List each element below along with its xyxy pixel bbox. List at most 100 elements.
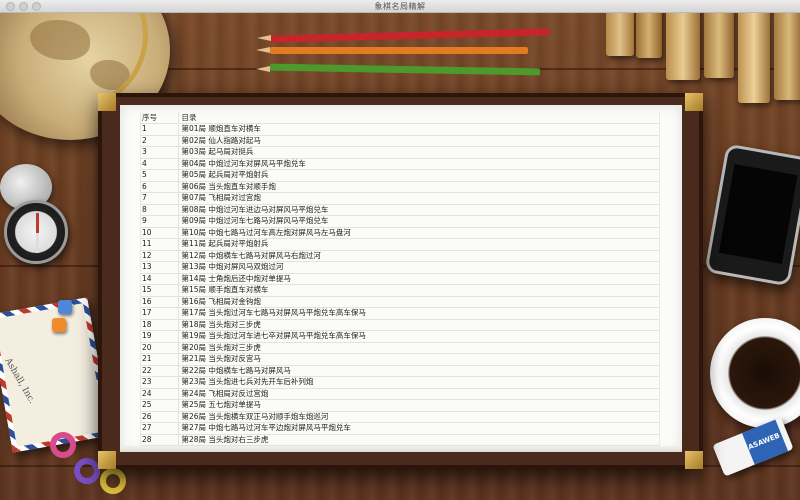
window-titlebar: 象棋名局精解: [0, 0, 800, 13]
book-corner-top-left: [98, 93, 116, 111]
game-title-cell: 第28局 当头炮对右三步虎: [178, 434, 660, 446]
game-number-cell: 20: [140, 342, 179, 354]
table-row[interactable]: 27 第27局 中炮七路马过河车平边炮对屏风马平炮兑车: [140, 422, 660, 435]
game-number-cell: 13: [140, 261, 179, 274]
table-row[interactable]: 7 第07局 飞相局对过宫炮: [140, 192, 660, 205]
table-row[interactable]: 3 第03局 起马局对挺兵: [140, 146, 660, 159]
game-number-cell: 9: [140, 215, 179, 228]
binder-clip-yellow: [100, 468, 126, 494]
pencil-green-tip: [256, 66, 270, 72]
table-row[interactable]: 18 第18局 当头炮对三步虎: [140, 319, 660, 331]
table-row[interactable]: 25 第25局 五七炮对单提马: [140, 399, 660, 412]
game-number-cell: 26: [140, 411, 179, 423]
table-row[interactable]: 2 第02局 仙人指路对起马: [140, 135, 660, 147]
game-number-cell: 27: [140, 422, 179, 435]
game-title-cell: 第20局 当头炮对三步虎: [178, 342, 660, 354]
book-spine: [774, 0, 800, 100]
game-title-cell: 第23局 当头炮进七兵对先开车后补列炮: [178, 376, 660, 389]
game-title-cell: 第22局 中炮横车七路马对屏风马: [178, 365, 660, 377]
game-number-cell: 5: [140, 169, 179, 182]
table-row[interactable]: 12 第12局 中炮横车七路马对屏风马右炮过河: [140, 250, 660, 262]
pencil-red-tip: [257, 35, 271, 41]
column-header-title[interactable]: 目录: [178, 112, 660, 124]
phone-screen: [718, 164, 798, 264]
table-row[interactable]: 21 第21局 当头炮对反宫马: [140, 353, 660, 366]
game-number-cell: 28: [140, 434, 179, 446]
table-row[interactable]: 6 第06局 当头炮直车对顺手炮: [140, 181, 660, 193]
game-title-cell: 第13局 中炮对屏风马双炮过河: [178, 261, 660, 274]
game-title-cell: 第03局 起马局对挺兵: [178, 146, 660, 159]
game-title-cell: 第11局 起兵局对平炮射兵: [178, 238, 660, 251]
table-row[interactable]: 13 第13局 中炮对屏风马双炮过河: [140, 261, 660, 274]
book-spine: [738, 0, 770, 103]
game-number-cell: 1: [140, 123, 179, 136]
game-number-cell: 10: [140, 227, 179, 239]
compass-decoration: [4, 200, 68, 264]
book-page: 序号 目录 1 第01局 顺炮直车对横车 2 第02局 仙人指路对起马 3 第03局 起马…: [120, 105, 682, 452]
table-row[interactable]: 26 第26局 当头炮横车双正马对顺手炮车炮巡河: [140, 411, 660, 423]
game-title-cell: 第12局 中炮横车七路马对屏风马右炮过河: [178, 250, 660, 262]
book-corner-bottom-left: [98, 451, 116, 469]
game-number-cell: 4: [140, 158, 179, 170]
game-number-cell: 8: [140, 204, 179, 216]
binder-clip-purple: [74, 458, 100, 484]
table-row[interactable]: 9 第09局 中炮过河车七路马对屏风马平炮兑车: [140, 215, 660, 228]
game-title-cell: 第14局 士角炮后还中炮对单提马: [178, 273, 660, 285]
game-title-cell: 第04局 中炮过河车对屏风马平炮兑车: [178, 158, 660, 170]
game-title-cell: 第25局 五七炮对单提马: [178, 399, 660, 412]
game-number-cell: 11: [140, 238, 179, 251]
table-row[interactable]: 20 第20局 当头炮对三步虎: [140, 342, 660, 354]
table-row[interactable]: 11 第11局 起兵局对平炮射兵: [140, 238, 660, 251]
game-number-cell: 18: [140, 319, 179, 331]
game-number-cell: 12: [140, 250, 179, 262]
game-title-cell: 第21局 当头炮对反宫马: [178, 353, 660, 366]
game-title-cell: 第26局 当头炮横车双正马对顺手炮车炮巡河: [178, 411, 660, 423]
game-title-cell: 第17局 当头炮过河车七路马对屏风马平炮兑车高车保马: [178, 307, 660, 320]
game-list-body: 1 第01局 顺炮直车对横车 2 第02局 仙人指路对起马 3 第03局 起马局对挺兵 4 第…: [140, 123, 660, 446]
table-row[interactable]: 24 第24局 飞相局对反过宫炮: [140, 388, 660, 400]
table-row[interactable]: 1 第01局 顺炮直车对横车: [140, 123, 660, 136]
envelope-handwriting: Ashall, Inc.: [2, 356, 37, 406]
table-row[interactable]: 17 第17局 当头炮过河车七路马对屏风马平炮兑车高车保马: [140, 307, 660, 320]
book-corner-bottom-right: [685, 451, 703, 469]
game-number-cell: 6: [140, 181, 179, 193]
game-number-cell: 24: [140, 388, 179, 400]
game-title-cell: 第02局 仙人指路对起马: [178, 135, 660, 147]
game-number-cell: 23: [140, 376, 179, 389]
table-row[interactable]: 23 第23局 当头炮进七兵对先开车后补列炮: [140, 376, 660, 389]
game-title-cell: 第24局 飞相局对反过宫炮: [178, 388, 660, 400]
game-number-cell: 7: [140, 192, 179, 205]
game-title-cell: 第19局 当头炮过河车进七卒对屏风马平炮兑车高车保马: [178, 330, 660, 343]
table-row[interactable]: 4 第04局 中炮过河车对屏风马平炮兑车: [140, 158, 660, 170]
compass-needle: [36, 213, 39, 253]
binder-clip-pink: [50, 432, 76, 458]
table-row[interactable]: 16 第16局 飞相局对金钩炮: [140, 296, 660, 308]
game-title-cell: 第01局 顺炮直车对横车: [178, 123, 660, 136]
game-number-cell: 15: [140, 284, 179, 297]
game-title-cell: 第10局 中炮七路马过河车高左炮对屏风马左马盘河: [178, 227, 660, 239]
table-row[interactable]: 22 第22局 中炮横车七路马对屏风马: [140, 365, 660, 377]
page-edge: [120, 446, 682, 452]
game-number-cell: 2: [140, 135, 179, 147]
table-row[interactable]: 8 第08局 中炮过河车进边马对屏风马平炮兑车: [140, 204, 660, 216]
game-title-cell: 第15局 顺手炮直车对横车: [178, 284, 660, 297]
table-row[interactable]: 15 第15局 顺手炮直车对横车: [140, 284, 660, 297]
game-title-cell: 第06局 当头炮直车对顺手炮: [178, 181, 660, 193]
dice-orange: [52, 318, 66, 332]
table-row[interactable]: 5 第05局 起兵局对平炮射兵: [140, 169, 660, 182]
table-row[interactable]: 10 第10局 中炮七路马过河车高左炮对屏风马左马盘河: [140, 227, 660, 239]
pencil-orange-tip: [256, 47, 270, 53]
table-row[interactable]: 14 第14局 士角炮后还中炮对单提马: [140, 273, 660, 285]
game-title-cell: 第05局 起兵局对平炮射兵: [178, 169, 660, 182]
table-row[interactable]: 19 第19局 当头炮过河车进七卒对屏风马平炮兑车高车保马: [140, 330, 660, 343]
game-number-cell: 22: [140, 365, 179, 377]
column-header-number[interactable]: 序号: [140, 112, 179, 124]
table-row[interactable]: 28 第28局 当头炮对右三步虎: [140, 434, 660, 446]
game-number-cell: 21: [140, 353, 179, 366]
pencil-orange-body: [270, 47, 528, 54]
game-title-cell: 第27局 中炮七路马过河车平边炮对屏风马平炮兑车: [178, 422, 660, 435]
dice-blue: [58, 300, 72, 314]
table-header-row: 序号 目录: [140, 112, 660, 124]
book-stack-decoration: [604, 0, 800, 103]
game-number-cell: 17: [140, 307, 179, 320]
